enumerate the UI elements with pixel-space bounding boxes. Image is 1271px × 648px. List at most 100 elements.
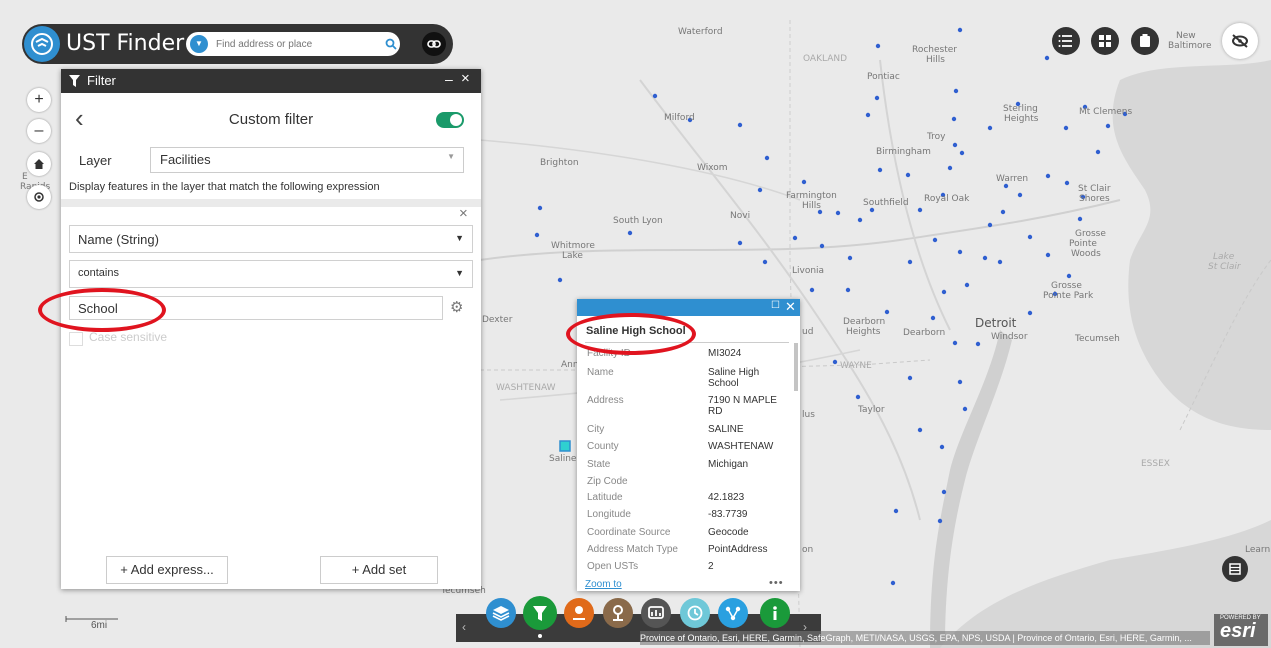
- facility-point[interactable]: [809, 287, 815, 293]
- close-icon[interactable]: ✕: [785, 299, 796, 315]
- facility-point[interactable]: [893, 508, 899, 514]
- facility-point[interactable]: [1063, 125, 1069, 131]
- facility-point[interactable]: [997, 259, 1003, 265]
- facility-point[interactable]: [987, 222, 993, 228]
- value-settings-button[interactable]: ⚙: [450, 298, 463, 316]
- facility-point[interactable]: [1077, 216, 1083, 222]
- facility-point[interactable]: [964, 282, 970, 288]
- facility-point[interactable]: [652, 93, 658, 99]
- facility-point[interactable]: [907, 259, 913, 265]
- facility-point[interactable]: [875, 43, 881, 49]
- facility-point[interactable]: [534, 232, 540, 238]
- layer-list-button[interactable]: [1052, 27, 1080, 55]
- facility-point[interactable]: [937, 518, 943, 524]
- esri-logo[interactable]: POWERED BY esri: [1214, 614, 1268, 646]
- facility-point[interactable]: [952, 142, 958, 148]
- facility-point[interactable]: [557, 277, 563, 283]
- add-set-button[interactable]: + Add set: [320, 556, 438, 584]
- remove-expression-button[interactable]: ×: [459, 205, 468, 222]
- add-expression-button[interactable]: + Add express...: [106, 556, 228, 584]
- facility-point[interactable]: [1000, 209, 1006, 215]
- widget-share[interactable]: [718, 598, 748, 628]
- facility-point[interactable]: [819, 243, 825, 249]
- facility-point[interactable]: [907, 375, 913, 381]
- facility-point[interactable]: [957, 27, 963, 33]
- popup-scrollbar[interactable]: [794, 343, 798, 391]
- widget-analysis[interactable]: [564, 598, 594, 628]
- chevron-left-icon[interactable]: ‹: [462, 620, 466, 634]
- minimize-button[interactable]: –: [445, 71, 453, 87]
- facility-point[interactable]: [847, 255, 853, 261]
- filter-titlebar[interactable]: Filter – ×: [61, 69, 481, 93]
- facility-point[interactable]: [762, 259, 768, 265]
- facility-point[interactable]: [764, 155, 770, 161]
- facility-point[interactable]: [1027, 234, 1033, 240]
- facility-point[interactable]: [947, 165, 953, 171]
- maximize-icon[interactable]: ☐: [771, 300, 780, 311]
- facility-point[interactable]: [1003, 183, 1009, 189]
- facility-point[interactable]: [952, 340, 958, 346]
- facility-point[interactable]: [737, 240, 743, 246]
- facility-point[interactable]: [832, 359, 838, 365]
- facility-point[interactable]: [874, 95, 880, 101]
- facility-point[interactable]: [905, 172, 911, 178]
- facility-point[interactable]: [1044, 55, 1050, 61]
- facility-point[interactable]: [835, 210, 841, 216]
- facility-point[interactable]: [987, 125, 993, 131]
- filter-toggle[interactable]: [436, 112, 464, 128]
- facility-point[interactable]: [537, 205, 543, 211]
- facility-point[interactable]: [975, 341, 981, 347]
- facility-point[interactable]: [845, 287, 851, 293]
- layer-select[interactable]: Facilities ▼: [150, 147, 464, 173]
- operator-select[interactable]: contains ▼: [69, 260, 473, 288]
- facility-point[interactable]: [855, 394, 861, 400]
- facility-point[interactable]: [941, 489, 947, 495]
- facility-point[interactable]: [917, 427, 923, 433]
- field-select[interactable]: Name (String) ▼: [69, 225, 473, 253]
- facility-point[interactable]: [930, 315, 936, 321]
- facility-point[interactable]: [939, 444, 945, 450]
- facility-point[interactable]: [959, 150, 965, 156]
- widget-query[interactable]: [603, 598, 633, 628]
- facility-point[interactable]: [1095, 149, 1101, 155]
- facility-point[interactable]: [1066, 273, 1072, 279]
- facility-point[interactable]: [1017, 192, 1023, 198]
- facility-point[interactable]: [941, 289, 947, 295]
- facility-point[interactable]: [917, 207, 923, 213]
- facility-point[interactable]: [1105, 123, 1111, 129]
- facility-point[interactable]: [890, 580, 896, 586]
- facility-point[interactable]: [1027, 310, 1033, 316]
- widget-report[interactable]: [641, 598, 671, 628]
- facility-point[interactable]: [962, 406, 968, 412]
- facility-point[interactable]: [869, 207, 875, 213]
- facility-point[interactable]: [1064, 180, 1070, 186]
- facility-point[interactable]: [1045, 252, 1051, 258]
- facility-point[interactable]: [801, 179, 807, 185]
- facility-point[interactable]: [932, 237, 938, 243]
- facility-point[interactable]: [1045, 173, 1051, 179]
- link-button[interactable]: [422, 32, 446, 56]
- close-button[interactable]: ×: [461, 70, 470, 87]
- facility-point[interactable]: [884, 309, 890, 315]
- widget-layers[interactable]: [486, 598, 516, 628]
- print-button[interactable]: [1131, 27, 1159, 55]
- zoom-out-button[interactable]: –: [27, 119, 51, 143]
- toggle-visibility-button[interactable]: [1222, 23, 1258, 59]
- widget-filter[interactable]: [523, 596, 557, 630]
- search-input[interactable]: [216, 35, 366, 53]
- facility-point[interactable]: [627, 230, 633, 236]
- facility-point[interactable]: [877, 167, 883, 173]
- home-button[interactable]: [27, 152, 51, 176]
- facility-point[interactable]: [857, 217, 863, 223]
- basemap-gallery-button[interactable]: [1091, 27, 1119, 55]
- widget-about[interactable]: [760, 598, 790, 628]
- case-sensitive-checkbox[interactable]: [69, 332, 83, 346]
- facility-point[interactable]: [982, 255, 988, 261]
- facility-point[interactable]: [865, 112, 871, 118]
- more-actions-button[interactable]: •••: [769, 577, 784, 589]
- facility-point[interactable]: [953, 88, 959, 94]
- zoom-in-button[interactable]: +: [27, 88, 51, 112]
- locate-button[interactable]: [27, 185, 51, 209]
- search-button[interactable]: [382, 32, 400, 56]
- widget-time[interactable]: [680, 598, 710, 628]
